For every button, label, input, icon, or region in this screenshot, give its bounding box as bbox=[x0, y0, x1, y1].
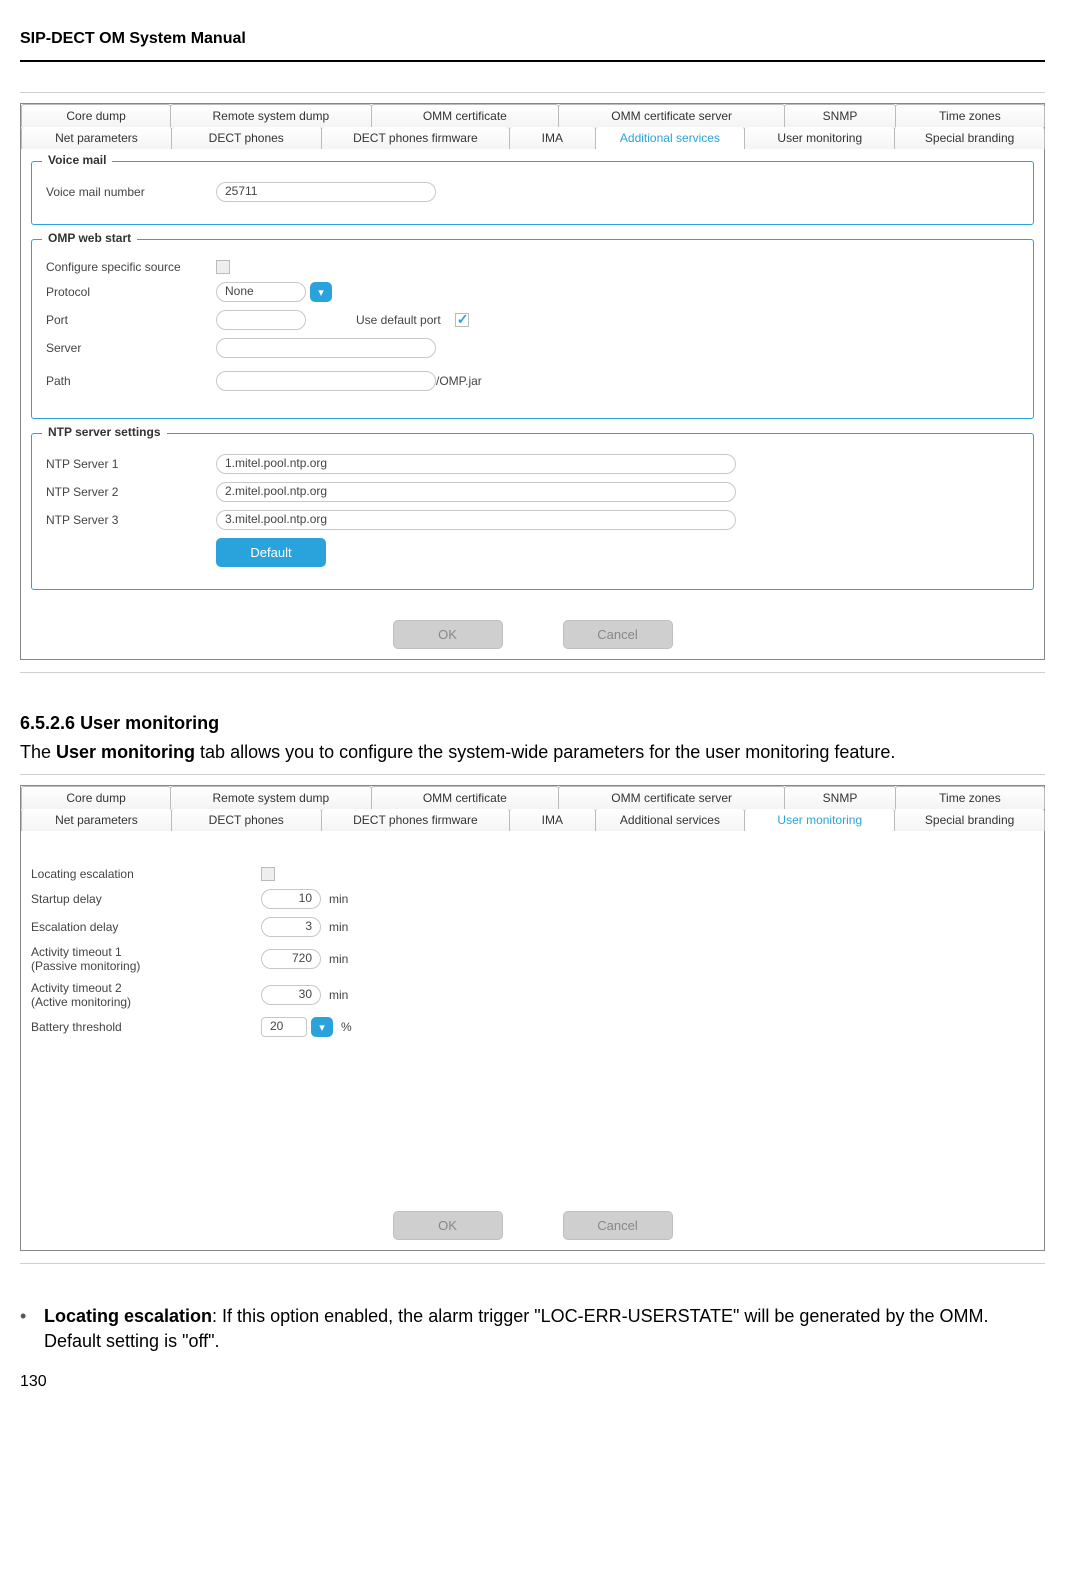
bullet-item: • Locating escalation: If this option en… bbox=[20, 1304, 1045, 1353]
checkbox-locating[interactable] bbox=[261, 867, 275, 881]
figure-1: Core dump Remote system dump OMM certifi… bbox=[20, 103, 1045, 660]
label-battery-threshold: Battery threshold bbox=[31, 1020, 261, 1034]
section-number: 6.5.2.6 bbox=[20, 713, 75, 733]
button-row-1: OK Cancel bbox=[21, 604, 1044, 659]
unit-min: min bbox=[329, 892, 348, 906]
group-voice-mail: Voice mail Voice mail number 25711 bbox=[31, 161, 1034, 225]
figure-2-wrap: Core dump Remote system dump OMM certifi… bbox=[20, 774, 1045, 1264]
label-config-source: Configure specific source bbox=[46, 260, 216, 274]
legend-ntp: NTP server settings bbox=[42, 425, 167, 439]
tab-snmp[interactable]: SNMP bbox=[784, 104, 896, 127]
select-battery-threshold[interactable]: 20 bbox=[261, 1017, 307, 1037]
tab-special-branding[interactable]: Special branding bbox=[894, 809, 1045, 831]
label-port: Port bbox=[46, 313, 216, 327]
tab-omm-cert-server[interactable]: OMM certificate server bbox=[558, 104, 785, 127]
bullet-bold: Locating escalation bbox=[44, 1306, 212, 1326]
tab-net-params[interactable]: Net parameters bbox=[21, 809, 172, 831]
page-header: SIP-DECT OM System Manual bbox=[20, 30, 1045, 62]
tab-additional-services[interactable]: Additional services bbox=[595, 809, 746, 831]
input-startup-delay[interactable]: 10 bbox=[261, 889, 321, 909]
section-paragraph: The User monitoring tab allows you to co… bbox=[20, 740, 1045, 764]
tab-time-zones[interactable]: Time zones bbox=[895, 104, 1045, 127]
input-escalation-delay[interactable]: 3 bbox=[261, 917, 321, 937]
tab-dect-phones[interactable]: DECT phones bbox=[171, 127, 322, 149]
label-voicemail-number: Voice mail number bbox=[46, 185, 216, 199]
label-escalation-delay: Escalation delay bbox=[31, 920, 261, 934]
cancel-button[interactable]: Cancel bbox=[563, 1211, 673, 1240]
cancel-button[interactable]: Cancel bbox=[563, 620, 673, 649]
unit-min: min bbox=[329, 952, 348, 966]
tab-omm-cert[interactable]: OMM certificate bbox=[371, 104, 560, 127]
tab-remote-dump[interactable]: Remote system dump bbox=[170, 786, 371, 809]
figure-2: Core dump Remote system dump OMM certifi… bbox=[20, 785, 1045, 1251]
unit-min: min bbox=[329, 988, 348, 1002]
label-protocol: Protocol bbox=[46, 285, 216, 299]
tab-core-dump[interactable]: Core dump bbox=[21, 104, 171, 127]
tab-row-top-2: Core dump Remote system dump OMM certifi… bbox=[21, 786, 1044, 809]
checkbox-default-port[interactable] bbox=[455, 313, 469, 327]
panel-user-monitoring: Locating escalation Startup delay 10 min… bbox=[21, 831, 1044, 1195]
label-path: Path bbox=[46, 374, 216, 388]
tab-dect-fw[interactable]: DECT phones firmware bbox=[321, 127, 510, 149]
tab-ima[interactable]: IMA bbox=[509, 127, 595, 149]
chevron-down-icon[interactable]: ▾ bbox=[310, 282, 332, 302]
tab-special-branding[interactable]: Special branding bbox=[894, 127, 1045, 149]
label-activity-timeout-1: Activity timeout 1 (Passive monitoring) bbox=[31, 945, 261, 973]
tab-user-monitoring[interactable]: User monitoring bbox=[744, 127, 895, 149]
section-title: User monitoring bbox=[80, 713, 219, 733]
tab-row-bottom-1: Net parameters DECT phones DECT phones f… bbox=[21, 127, 1044, 149]
label-path-suffix: /OMP.jar bbox=[436, 374, 482, 388]
input-path[interactable] bbox=[216, 371, 436, 391]
legend-voice-mail: Voice mail bbox=[42, 153, 112, 167]
tab-row-top-1: Core dump Remote system dump OMM certifi… bbox=[21, 104, 1044, 127]
label-activity-timeout-2: Activity timeout 2 (Active monitoring) bbox=[31, 981, 261, 1009]
label-locating: Locating escalation bbox=[31, 867, 261, 881]
bullet-icon: • bbox=[20, 1304, 44, 1328]
unit-min: min bbox=[329, 920, 348, 934]
page-number: 130 bbox=[20, 1373, 1045, 1391]
input-ntp1[interactable]: 1.mitel.pool.ntp.org bbox=[216, 454, 736, 474]
tab-snmp[interactable]: SNMP bbox=[784, 786, 896, 809]
tab-omm-cert[interactable]: OMM certificate bbox=[371, 786, 560, 809]
select-protocol[interactable]: None bbox=[216, 282, 306, 302]
default-button[interactable]: Default bbox=[216, 538, 326, 567]
label-default-port: Use default port bbox=[356, 313, 441, 327]
tab-time-zones[interactable]: Time zones bbox=[895, 786, 1045, 809]
input-server[interactable] bbox=[216, 338, 436, 358]
tab-net-params[interactable]: Net parameters bbox=[21, 127, 172, 149]
label-ntp3: NTP Server 3 bbox=[46, 513, 216, 527]
tab-ima[interactable]: IMA bbox=[509, 809, 595, 831]
legend-omp: OMP web start bbox=[42, 231, 137, 245]
chevron-down-icon[interactable]: ▾ bbox=[311, 1017, 333, 1037]
input-voicemail-number[interactable]: 25711 bbox=[216, 182, 436, 202]
input-activity-timeout-2[interactable]: 30 bbox=[261, 985, 321, 1005]
button-row-2: OK Cancel bbox=[21, 1195, 1044, 1250]
tab-dect-phones[interactable]: DECT phones bbox=[171, 809, 322, 831]
section-heading: 6.5.2.6 User monitoring bbox=[20, 713, 1045, 734]
tab-core-dump[interactable]: Core dump bbox=[21, 786, 171, 809]
figure-1-wrap: Core dump Remote system dump OMM certifi… bbox=[20, 92, 1045, 673]
label-ntp1: NTP Server 1 bbox=[46, 457, 216, 471]
tab-row-bottom-2: Net parameters DECT phones DECT phones f… bbox=[21, 809, 1044, 831]
tab-remote-dump[interactable]: Remote system dump bbox=[170, 104, 371, 127]
unit-percent: % bbox=[341, 1020, 352, 1034]
label-startup-delay: Startup delay bbox=[31, 892, 261, 906]
input-ntp2[interactable]: 2.mitel.pool.ntp.org bbox=[216, 482, 736, 502]
tab-dect-fw[interactable]: DECT phones firmware bbox=[321, 809, 510, 831]
tab-omm-cert-server[interactable]: OMM certificate server bbox=[558, 786, 785, 809]
group-ntp: NTP server settings NTP Server 1 1.mitel… bbox=[31, 433, 1034, 590]
tab-additional-services[interactable]: Additional services bbox=[595, 127, 746, 149]
input-port[interactable] bbox=[216, 310, 306, 330]
label-server: Server bbox=[46, 341, 216, 355]
ok-button[interactable]: OK bbox=[393, 1211, 503, 1240]
input-ntp3[interactable]: 3.mitel.pool.ntp.org bbox=[216, 510, 736, 530]
checkbox-config-source[interactable] bbox=[216, 260, 230, 274]
input-activity-timeout-1[interactable]: 720 bbox=[261, 949, 321, 969]
group-omp: OMP web start Configure specific source … bbox=[31, 239, 1034, 419]
ok-button[interactable]: OK bbox=[393, 620, 503, 649]
label-ntp2: NTP Server 2 bbox=[46, 485, 216, 499]
tab-user-monitoring[interactable]: User monitoring bbox=[744, 809, 895, 831]
